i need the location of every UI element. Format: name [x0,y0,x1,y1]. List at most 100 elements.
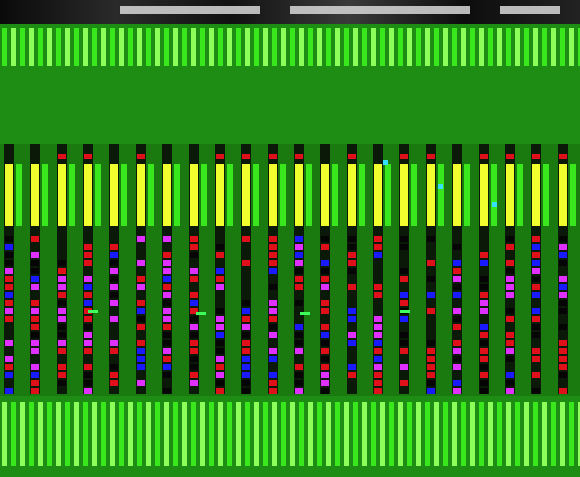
note-cell [427,372,435,378]
note-cell [480,388,488,394]
note-cell [190,292,198,298]
lane-stripe [29,28,34,66]
lane-stripe [344,402,349,466]
note-cell [427,236,435,242]
lane-stripe [101,28,106,66]
note-cell [506,356,514,362]
note-cell [348,332,356,338]
note-cell [110,276,118,282]
lane-stripe [452,28,457,66]
note-cell [427,388,435,394]
lane-stripe [389,402,394,466]
note-cell [110,284,118,290]
note-cell [269,252,277,258]
note-cell [137,236,145,242]
note-cell [348,316,356,322]
note-cell [321,300,329,306]
lane-stripe [227,402,232,466]
lane-stripe [308,28,313,66]
note-cell [31,268,39,274]
lane-stripe [128,28,133,66]
note-cell [242,324,250,330]
lane-stripe [182,28,187,66]
note-cell [400,340,408,346]
note-cell [532,252,540,258]
lane-stripe [56,402,61,466]
note-cell [110,244,118,250]
lane-stripe [425,402,430,466]
note-cell [242,308,250,314]
note-cell [480,364,488,370]
note-cell [453,316,461,322]
lane-stripe [2,402,7,466]
note-cell [58,372,66,378]
lane-stripe [443,402,448,466]
note-cell [480,300,488,306]
lane-stripe [155,28,160,66]
lane-stripe [20,28,25,66]
lane-stripe [416,28,421,66]
note-cell [295,340,303,346]
note-cell [559,260,567,266]
note-cell [321,332,329,338]
note-cell [480,372,488,378]
yellow-note [216,164,224,226]
lane-stripe [560,402,565,466]
glare-mark [290,6,470,14]
note-cell [242,388,250,394]
note-cell [137,154,145,159]
lane-stripe [281,28,286,66]
note-cell [295,388,303,394]
note-cell [480,276,488,282]
game-screen[interactable] [0,0,580,477]
lane-stripe [110,28,115,66]
note-cell [295,372,303,378]
note-cell [242,380,250,386]
note-cell [242,300,250,306]
note-cell [163,284,171,290]
yellow-note [58,164,66,226]
note-cell [5,364,13,370]
lower-lane-field[interactable] [0,396,580,477]
grid-separator [570,164,576,226]
lane-stripe [200,28,205,66]
note-cell [427,276,435,282]
note-cell [242,348,250,354]
lane-stripe [533,28,538,66]
note-cell [400,364,408,370]
note-cell [269,372,277,378]
note-cell [427,356,435,362]
note-cell [559,364,567,370]
lane-stripe [263,28,268,66]
note-cell [480,332,488,338]
lane-stripe [308,402,313,466]
note-cell [216,268,224,274]
note-cell [321,372,329,378]
note-grid[interactable] [0,144,580,396]
note-cell [84,324,92,330]
upper-lane-field[interactable] [0,24,580,144]
note-cell [321,364,329,370]
grid-separator [69,164,75,226]
yellow-note [110,164,118,226]
note-cell [532,316,540,322]
note-cell [506,388,514,394]
grid-separator [121,164,127,226]
grid-separator [148,164,154,226]
lane-stripe [335,28,340,66]
note-cell [137,356,145,362]
note-cell [269,316,277,322]
note-cell [242,356,250,362]
note-cell [321,260,329,266]
note-cell [31,236,39,242]
lane-stripe [272,28,277,66]
lane-stripe [326,28,331,66]
lane-stripe [173,28,178,66]
note-cell [374,388,382,394]
note-cell [110,372,118,378]
note-cell [321,380,329,386]
note-cell [190,364,198,370]
note-cell [453,364,461,370]
note-cell [84,364,92,370]
grid-separator [359,164,365,226]
